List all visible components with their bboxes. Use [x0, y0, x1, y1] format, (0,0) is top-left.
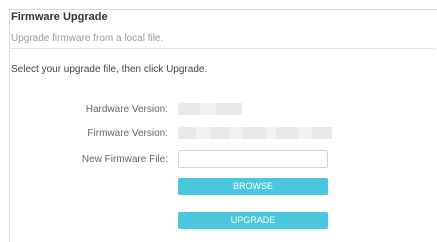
new-firmware-file-field[interactable] [178, 150, 328, 168]
browse-button[interactable]: BROWSE [178, 178, 328, 195]
section-divider [9, 48, 435, 49]
hardware-version-value-redacted [178, 103, 242, 115]
section-title: Firmware Upgrade [11, 11, 108, 23]
hardware-version-label: Hardware Version: [85, 104, 168, 115]
upgrade-instruction: Select your upgrade file, then click Upg… [11, 64, 208, 75]
section-subtitle: Upgrade firmware from a local file. [11, 33, 164, 44]
new-firmware-file-label: New Firmware File: [81, 154, 168, 165]
firmware-version-value-redacted [178, 127, 332, 139]
firmware-version-label: Firmware Version: [87, 128, 168, 139]
upgrade-button[interactable]: UPGRADE [178, 212, 328, 229]
